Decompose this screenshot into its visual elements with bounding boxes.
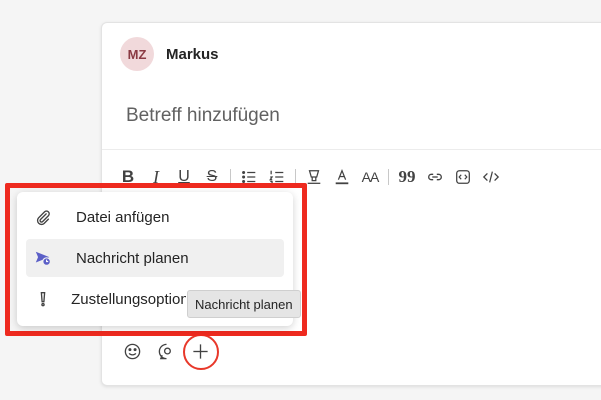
more-options-button[interactable] bbox=[183, 334, 219, 370]
link-icon bbox=[428, 173, 442, 181]
menu-item-label: Nachricht planen bbox=[76, 249, 189, 267]
menu-item-label: Datei anfügen bbox=[76, 208, 170, 226]
emoji-icon bbox=[124, 343, 140, 359]
tooltip: Nachricht planen bbox=[187, 290, 301, 318]
menu-item-label: Zustellungsoptionen bbox=[71, 290, 186, 308]
sender-name: Markus bbox=[166, 45, 219, 63]
avatar: MZ bbox=[120, 37, 154, 71]
highlighter-icon bbox=[307, 170, 321, 184]
schedule-send-icon bbox=[26, 249, 68, 267]
message-actions bbox=[118, 334, 219, 370]
link-button[interactable] bbox=[421, 163, 449, 191]
plus-button-highlight bbox=[183, 334, 219, 370]
code-button[interactable] bbox=[477, 163, 505, 191]
sticker-icon bbox=[158, 343, 171, 359]
subject-divider bbox=[102, 149, 601, 150]
menu-item-attach-file[interactable]: Datei anfügen bbox=[26, 198, 284, 236]
emoji-button[interactable] bbox=[118, 337, 146, 365]
font-color-button[interactable] bbox=[328, 163, 356, 191]
code-snippet-button[interactable] bbox=[449, 163, 477, 191]
menu-item-schedule-message[interactable]: Nachricht planen bbox=[26, 239, 284, 277]
menu-item-delivery-options[interactable]: Zustellungsoptionen bbox=[26, 280, 186, 318]
subject-input[interactable]: Betreff hinzufügen bbox=[126, 105, 576, 127]
code-icon bbox=[482, 171, 500, 183]
quote-button[interactable]: 99 bbox=[393, 163, 421, 191]
code-block-icon bbox=[456, 170, 470, 184]
exclamation-icon bbox=[26, 290, 63, 308]
paperclip-icon bbox=[26, 208, 68, 226]
compose-header: MZ Markus bbox=[120, 37, 219, 71]
toolbar-separator bbox=[388, 169, 389, 185]
font-color-icon bbox=[335, 169, 349, 185]
font-size-button[interactable]: AA bbox=[356, 163, 384, 191]
sticker-button[interactable] bbox=[152, 337, 180, 365]
